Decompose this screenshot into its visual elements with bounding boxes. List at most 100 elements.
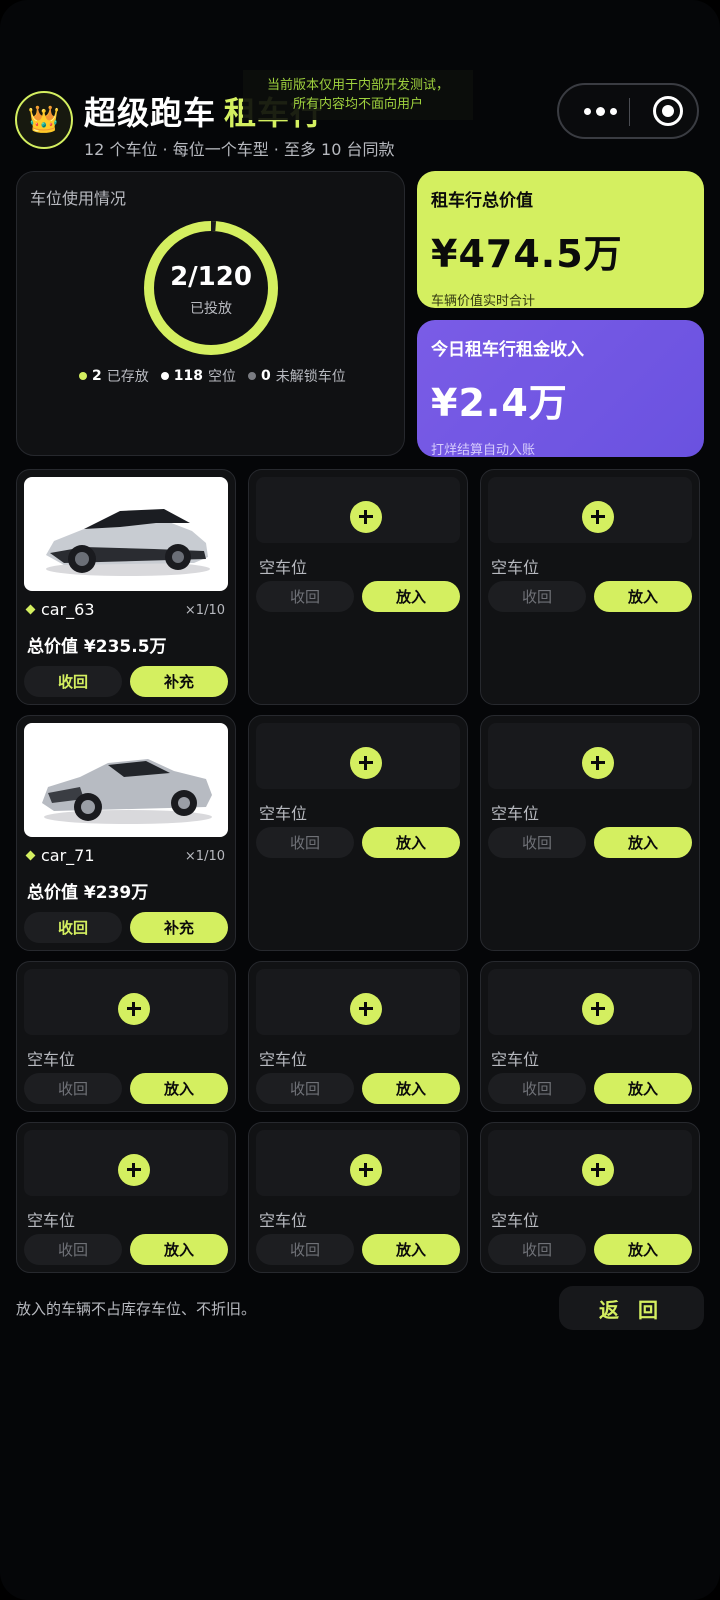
recall-button[interactable]: 收回	[24, 1234, 122, 1265]
more-icon[interactable]	[577, 94, 623, 128]
total-value-note: 车辆价值实时合计	[431, 294, 536, 309]
recall-button[interactable]: 收回	[256, 581, 354, 612]
recall-button[interactable]: 收回	[488, 581, 586, 612]
usage-ring-label: 已投放	[190, 301, 232, 317]
slot-card-empty[interactable]: 空车位 收回 放入	[480, 1122, 700, 1273]
slot-card-empty[interactable]: 空车位 收回 放入	[248, 469, 468, 705]
footer-note: 放入的车辆不占库存车位、不折旧。	[16, 1300, 257, 1318]
recall-button[interactable]: 收回	[256, 827, 354, 858]
back-button[interactable]: 返 回	[559, 1286, 704, 1330]
place-button[interactable]: 放入	[130, 1234, 228, 1265]
plus-icon[interactable]	[582, 747, 614, 779]
place-button[interactable]: 放入	[362, 1234, 460, 1265]
usage-legend: 2 已存放 118 空位 0 未解锁车位	[79, 366, 346, 386]
empty-slot-label: 空车位	[259, 558, 308, 577]
car-image	[24, 477, 228, 591]
slot-card-empty[interactable]: 空车位 收回 放入	[480, 961, 700, 1112]
plus-icon[interactable]	[582, 993, 614, 1025]
recall-button[interactable]: 收回	[256, 1234, 354, 1265]
recall-button[interactable]: 收回	[488, 1234, 586, 1265]
empty-slot-placeholder[interactable]	[24, 1130, 228, 1196]
slot-card-car[interactable]: car_71 ×1/10 总价值 ¥239万 收回 补充	[16, 715, 236, 951]
plus-icon[interactable]	[582, 1154, 614, 1186]
slot-card-empty[interactable]: 空车位 收回 放入	[480, 469, 700, 705]
legend-locked-label: 未解锁车位	[275, 369, 346, 385]
legend-locked-count: 0	[260, 368, 271, 384]
plus-icon[interactable]	[350, 747, 382, 779]
recall-button[interactable]: 收回	[24, 1073, 122, 1104]
legend-stored-count: 2	[92, 368, 102, 384]
empty-slot-label: 空车位	[491, 1050, 540, 1069]
plus-icon[interactable]	[582, 501, 614, 533]
empty-slot-label: 空车位	[491, 804, 540, 823]
recall-button[interactable]: 收回	[24, 912, 122, 943]
car-name-text: car_63	[41, 600, 95, 619]
plus-icon[interactable]	[118, 993, 150, 1025]
empty-slot-placeholder[interactable]	[24, 969, 228, 1035]
recall-button[interactable]: 收回	[488, 1073, 586, 1104]
refill-button[interactable]: 补充	[130, 666, 228, 697]
place-button[interactable]: 放入	[594, 1234, 692, 1265]
plus-icon[interactable]	[350, 993, 382, 1025]
car-image	[24, 723, 228, 837]
place-button[interactable]: 放入	[362, 581, 460, 612]
car-count: ×1/10	[184, 849, 225, 864]
place-button[interactable]: 放入	[362, 1073, 460, 1104]
empty-slot-placeholder[interactable]	[488, 1130, 692, 1196]
page-subtitle: 12 个车位 · 每位一个车型 · 至多 10 台同款	[84, 140, 395, 159]
plus-icon[interactable]	[350, 1154, 382, 1186]
slot-card-empty[interactable]: 空车位 收回 放入	[248, 1122, 468, 1273]
legend-dot-locked	[247, 372, 256, 380]
title-main: 超级跑车	[84, 94, 217, 132]
usage-ring-value: 2/120	[170, 262, 252, 292]
empty-slot-label: 空车位	[27, 1211, 76, 1230]
place-button[interactable]: 放入	[594, 581, 692, 612]
empty-slot-placeholder[interactable]	[488, 969, 692, 1035]
place-button[interactable]: 放入	[130, 1073, 228, 1104]
dev-notice-line2: 所有内容均不面向用户	[292, 97, 423, 112]
legend-empty: 118 空位	[160, 366, 236, 386]
empty-slot-label: 空车位	[27, 1050, 76, 1069]
plus-icon[interactable]	[118, 1154, 150, 1186]
slot-card-car[interactable]: car_63 ×1/10 总价值 ¥235.5万 收回 补充	[16, 469, 236, 705]
slot-card-empty[interactable]: 空车位 收回 放入	[16, 961, 236, 1112]
close-target-icon[interactable]	[653, 96, 683, 126]
recall-button[interactable]: 收回	[488, 827, 586, 858]
avatar[interactable]: 👑	[15, 91, 73, 149]
empty-slot-placeholder[interactable]	[256, 477, 460, 543]
empty-slot-label: 空车位	[259, 804, 308, 823]
car-total-value: 总价值 ¥239万	[27, 883, 149, 903]
legend-empty-label: 空位	[207, 369, 236, 385]
empty-slot-placeholder[interactable]	[256, 1130, 460, 1196]
place-button[interactable]: 放入	[594, 827, 692, 858]
legend-stored-label: 已存放	[106, 369, 149, 385]
income-card: 今日租车行租金收入 ¥2.4万 打烊结算自动入账	[417, 320, 704, 458]
income-amount: ¥2.4万	[431, 381, 568, 425]
app-screen: 👑 超级跑车租车行 12 个车位 · 每位一个车型 · 至多 10 台同款 当前…	[0, 0, 720, 1600]
place-button[interactable]: 放入	[362, 827, 460, 858]
legend-locked: 0 未解锁车位	[247, 366, 346, 386]
slot-card-empty[interactable]: 空车位 收回 放入	[248, 715, 468, 951]
crown-icon: 👑	[27, 105, 61, 135]
plus-icon[interactable]	[350, 501, 382, 533]
empty-slot-placeholder[interactable]	[256, 969, 460, 1035]
place-button[interactable]: 放入	[594, 1073, 692, 1104]
income-note: 打烊结算自动入账	[431, 443, 536, 458]
income-label: 今日租车行租金收入	[431, 340, 584, 360]
refill-button[interactable]: 补充	[130, 912, 228, 943]
empty-slot-placeholder[interactable]	[488, 477, 692, 543]
slot-card-empty[interactable]: 空车位 收回 放入	[16, 1122, 236, 1273]
empty-slot-placeholder[interactable]	[488, 723, 692, 789]
slot-card-empty[interactable]: 空车位 收回 放入	[248, 961, 468, 1112]
empty-slot-label: 空车位	[259, 1050, 308, 1069]
dev-notice-line1: 当前版本仅用于内部开发测试，	[266, 78, 449, 93]
total-value-label: 租车行总价值	[431, 191, 533, 211]
legend-empty-count: 118	[173, 368, 203, 384]
recall-button[interactable]: 收回	[24, 666, 122, 697]
empty-slot-placeholder[interactable]	[256, 723, 460, 789]
usage-title: 车位使用情况	[30, 189, 127, 208]
car-name: car_63	[25, 600, 95, 619]
slot-card-empty[interactable]: 空车位 收回 放入	[480, 715, 700, 951]
slot-usage-card: 车位使用情况 2/120 已投放 2 已存放 118 空位 0 未解锁车位	[16, 171, 405, 456]
recall-button[interactable]: 收回	[256, 1073, 354, 1104]
